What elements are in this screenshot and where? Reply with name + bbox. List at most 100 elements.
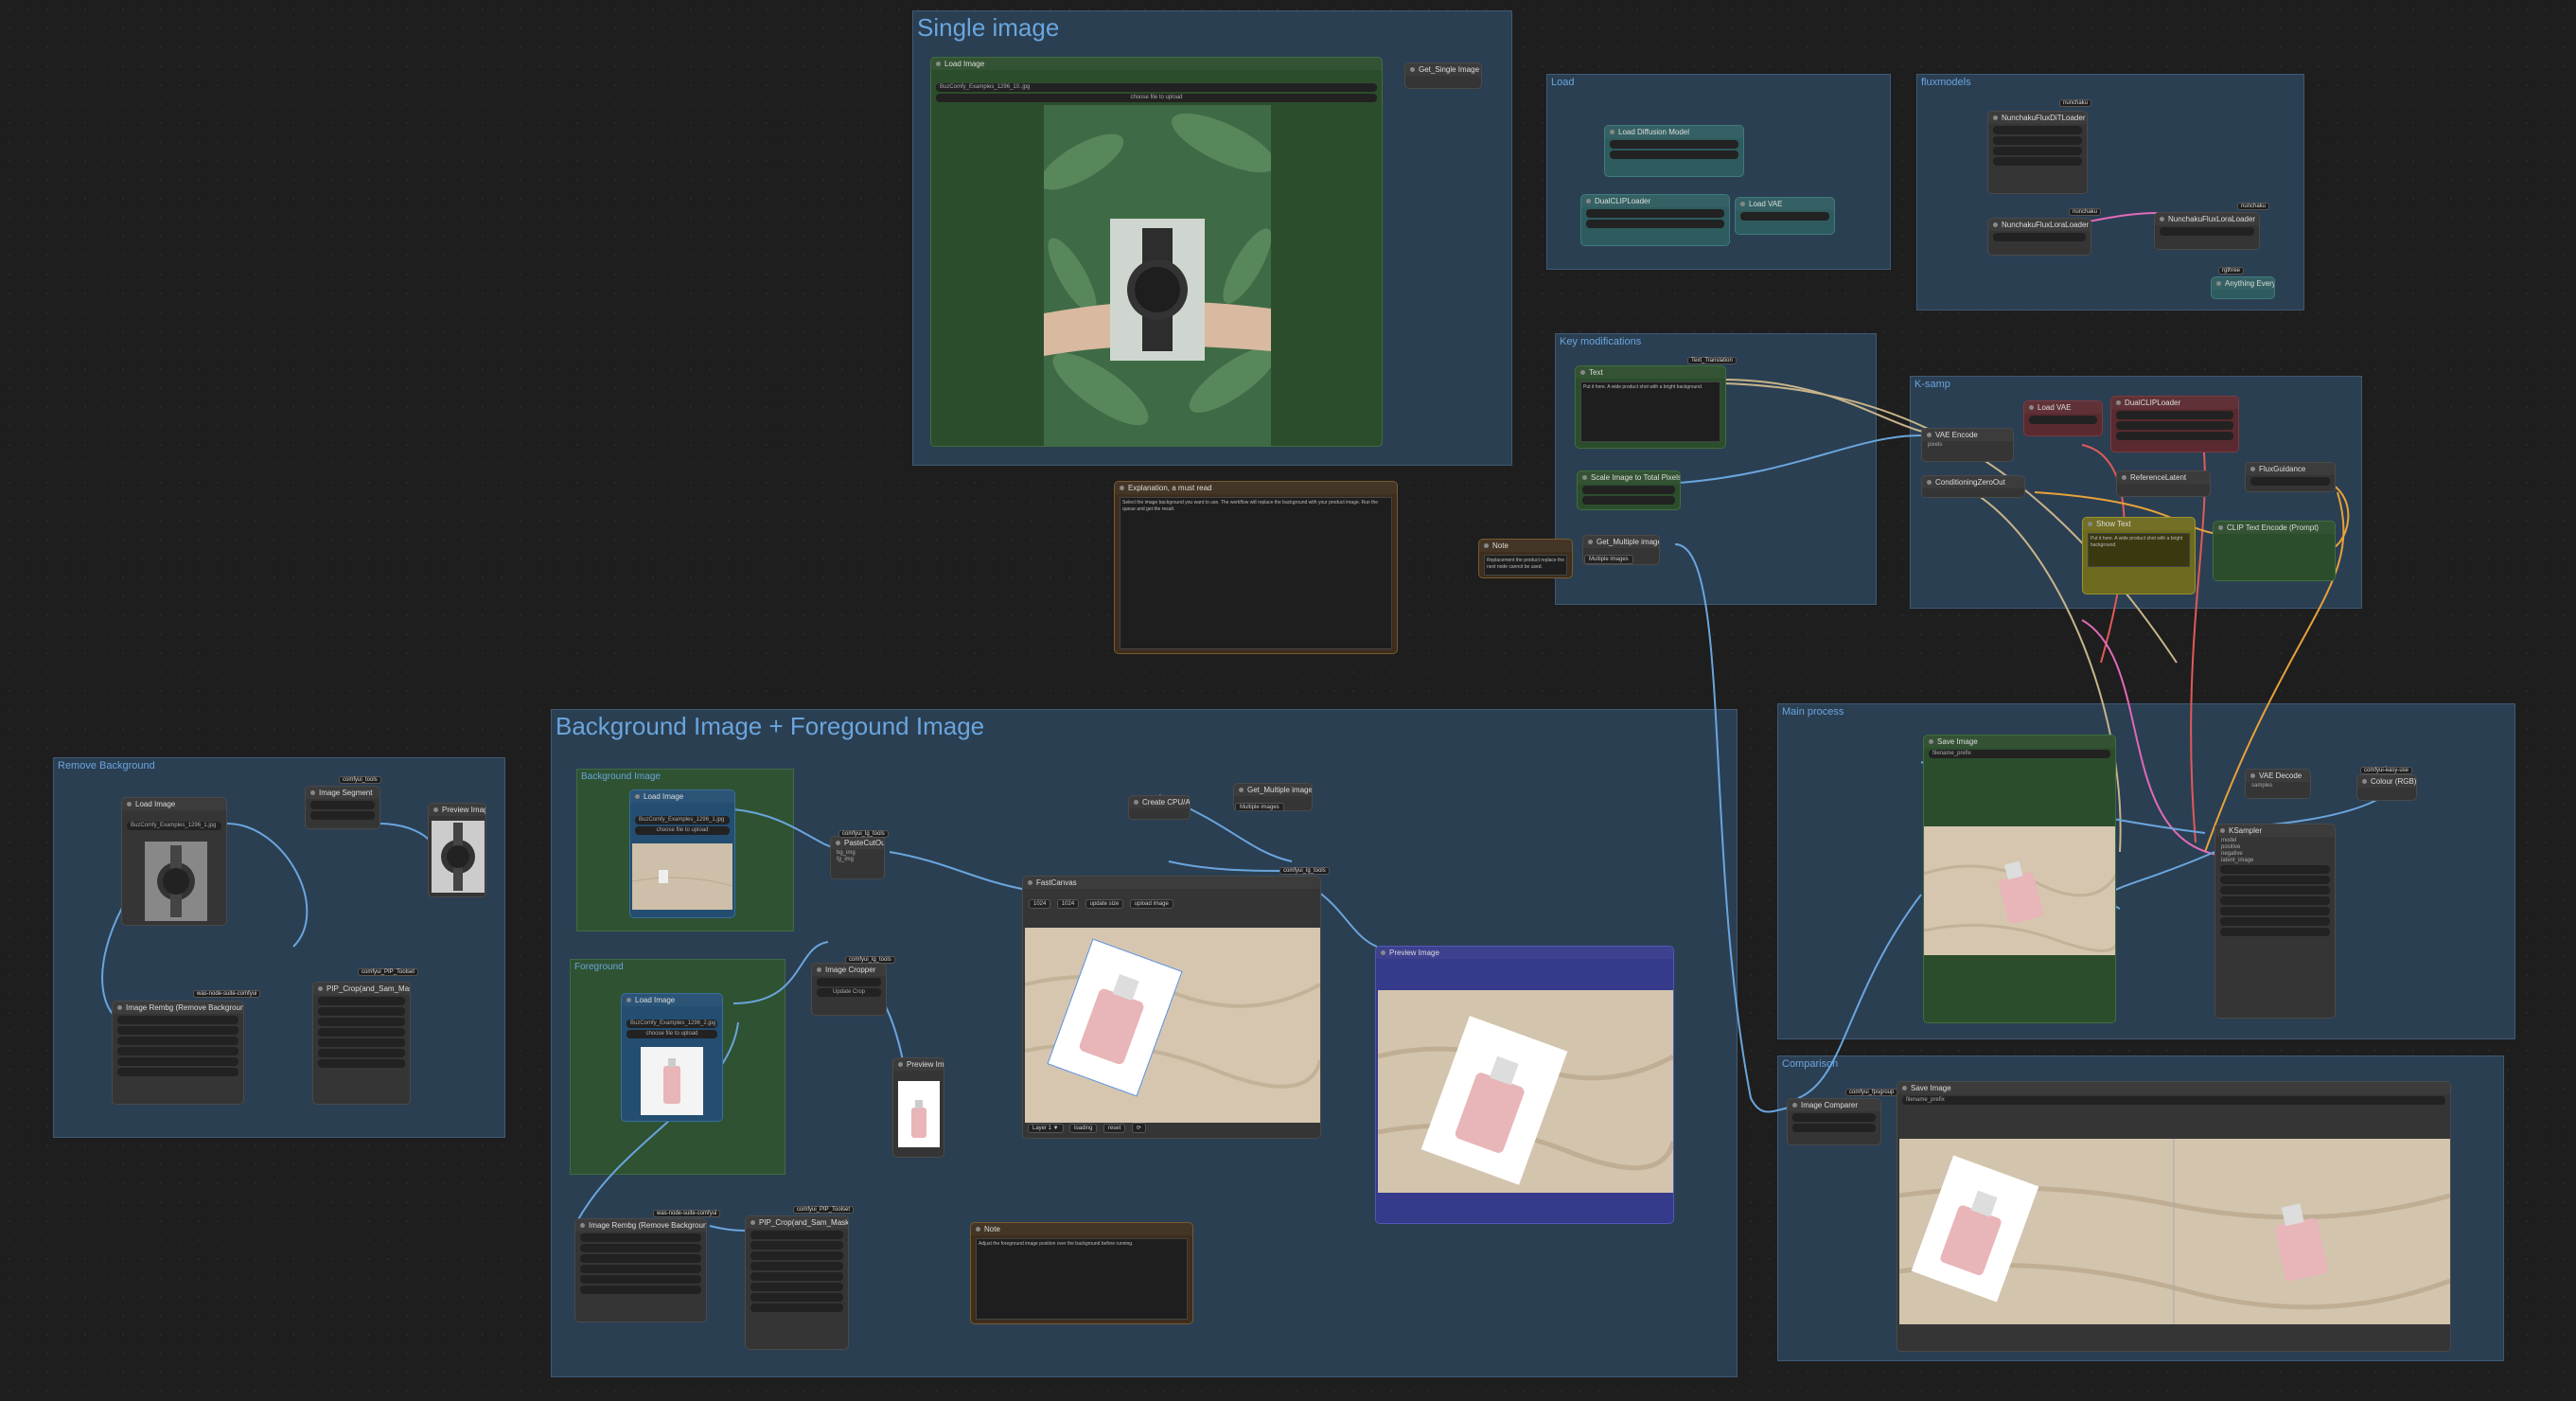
lora-select[interactable] <box>1993 233 2086 241</box>
fast-canvas-node[interactable]: FastCanvas 1024 1024 update size upload … <box>1022 876 1321 1139</box>
load-diffusion-model-node[interactable]: Load Diffusion Model <box>1604 125 1744 177</box>
anything-everywhere-node[interactable]: Anything Everywhere <box>2211 276 2275 299</box>
flux-guidance-node[interactable]: FluxGuidance <box>2245 462 2336 492</box>
attention-select[interactable] <box>1993 147 2082 155</box>
nunchaku-lora-loader-node[interactable]: NunchakuFluxLoraLoader <box>1987 218 2091 256</box>
seed-input[interactable] <box>2220 865 2330 874</box>
width-input[interactable]: 1024 <box>1029 899 1051 909</box>
note-node[interactable]: Note Replacement the product replace the… <box>1478 539 1573 578</box>
update-size-button[interactable]: update size <box>1085 899 1124 909</box>
comparison-save-image-node[interactable]: Save Image filename_prefix <box>1897 1081 2451 1352</box>
dual-clip-loader-node[interactable]: DualCLIPLoader <box>1580 194 1730 246</box>
load-image-node[interactable]: Load Image BuzComfy_Examples_1296_10..jp… <box>930 57 1383 447</box>
model-select[interactable] <box>1610 140 1738 149</box>
denoise-input[interactable] <box>2220 928 2330 936</box>
reset-button[interactable]: reset <box>1103 1124 1126 1133</box>
type-select[interactable] <box>1586 220 1724 228</box>
height-input[interactable]: 1024 <box>1056 899 1080 909</box>
image-file-select[interactable]: BuzComfy_Examples_1296_10..jpg <box>936 83 1377 92</box>
vae-decode-node[interactable]: VAE Decode samples <box>2245 769 2311 799</box>
preview-image-node[interactable]: Preview Image <box>1375 946 1674 1224</box>
clip-select[interactable] <box>1586 209 1724 218</box>
save-image-node[interactable]: Save Image filename_prefix <box>1923 735 2116 1023</box>
device-id[interactable] <box>1993 157 2082 166</box>
filename-prefix-input[interactable]: filename_prefix <box>1929 750 2110 758</box>
upload-image-button[interactable]: upload image <box>1129 899 1173 909</box>
explanation-text[interactable]: Select the image background you want to … <box>1120 497 1392 649</box>
paste-cutout-node[interactable]: PasteCutOut bg_img fg_img <box>830 836 885 879</box>
group-main-process[interactable]: Main process <box>1777 703 2515 1039</box>
preview-image-small-node[interactable]: Preview Image <box>892 1057 944 1158</box>
image-comparer-node[interactable]: Image Comparer <box>1787 1098 1881 1145</box>
sampler-name-select[interactable] <box>2220 907 2330 915</box>
show-text-node[interactable]: Show Text Put it here. A wide product sh… <box>2082 517 2196 594</box>
vae-encode-node[interactable]: VAE Encode pixels <box>1921 428 2014 462</box>
rgthree-badge: rgthree <box>2218 267 2245 275</box>
upload-button[interactable]: choose file to upload <box>635 826 730 835</box>
remove-bg-rembg-node[interactable]: Image Rembg (Remove Background) <box>112 1001 244 1105</box>
image-file-select[interactable]: BuzComfy_Examples_1296_1.jpg <box>635 816 730 825</box>
colour-input-node[interactable]: Colour (RGB) Input <box>2356 774 2417 801</box>
cache-threshold[interactable] <box>1993 136 2082 145</box>
filename-prefix-input[interactable]: filename_prefix <box>1902 1096 2445 1105</box>
type-select[interactable] <box>2116 432 2233 440</box>
explanation-note[interactable]: Explanation, a must read Select the imag… <box>1114 481 1398 654</box>
get-multiple-images-node[interactable]: Get_Multiple images Multiple images <box>1582 535 1660 565</box>
load-vae-node[interactable]: Load VAE <box>1735 197 1835 235</box>
guidance-input[interactable] <box>2250 477 2330 486</box>
multiple-images-button[interactable]: Multiple images <box>1235 803 1284 810</box>
layer-select[interactable]: Layer 1 ▼ <box>1028 1124 1064 1133</box>
clip-name2-select[interactable] <box>2116 421 2233 430</box>
group-flux-models[interactable]: fluxmodels <box>1916 74 2304 310</box>
clip-name1-select[interactable] <box>2116 411 2233 419</box>
nunchaku-lora-loader-node-2[interactable]: NunchakuFluxLoraLoader <box>2154 212 2260 250</box>
text-node[interactable]: Text Put it here. A wide product shot wi… <box>1575 365 1726 449</box>
vae-select[interactable] <box>1740 212 1829 221</box>
port-pixels[interactable]: pixels <box>1928 442 2007 448</box>
load-image-foreground-node[interactable]: Load Image BuzComfy_Examples_1296_2.jpg … <box>621 993 723 1122</box>
dual-clip-loader-node-2[interactable]: DualCLIPLoader <box>2110 396 2239 452</box>
multiple-images-button[interactable]: Multiple images <box>1584 555 1633 564</box>
image-file-select[interactable]: BuzComfy_Examples_1296_1.jpg <box>127 822 221 830</box>
text-input[interactable]: Put it here. A wide product shot with a … <box>1580 381 1720 442</box>
update-crop-button[interactable]: Update Crop <box>817 988 881 997</box>
cfg-input[interactable] <box>2220 896 2330 905</box>
model-path-select[interactable] <box>1993 126 2082 134</box>
conditioning-zero-out-node[interactable]: ConditioningZeroOut <box>1921 475 2025 498</box>
upscale-method-select[interactable] <box>1582 486 1675 494</box>
megapixels-input[interactable] <box>1582 496 1675 505</box>
get-single-image-node[interactable]: Get_Single Image <box>1404 62 1482 89</box>
reference-latent-node[interactable]: ReferenceLatent <box>2116 470 2211 497</box>
clip-text-encode-node[interactable]: CLIP Text Encode (Prompt) <box>2213 521 2336 581</box>
vae-name-select[interactable] <box>2029 416 2097 424</box>
pip-crop-node[interactable]: PIP_Crop(and_Sam_Mask <box>745 1215 849 1350</box>
create-cloud-node[interactable]: Create CPU/AI Cloud <box>1128 795 1191 820</box>
note-text[interactable]: Replacement the product replace the next… <box>1484 555 1567 576</box>
canvas-area[interactable] <box>1025 928 1320 1123</box>
remove-bg-pip-crop-node[interactable]: PIP_Crop(and_Sam_Mask <box>312 982 411 1105</box>
nunchaku-dit-loader-node[interactable]: NunchakuFluxDiTLoader <box>1987 111 2088 194</box>
crop-mode-select[interactable] <box>817 978 881 986</box>
scale-image-node[interactable]: Scale Image to Total Pixels <box>1577 470 1681 510</box>
image-segment-node[interactable]: Image Segment <box>305 786 380 829</box>
preview-thumbnail <box>898 1081 940 1147</box>
load-vae-node-2[interactable]: Load VAE <box>2023 400 2103 436</box>
upload-button[interactable]: choose file to upload <box>936 94 1377 102</box>
refresh-icon[interactable]: ⟳ <box>1131 1123 1146 1133</box>
image-file-select[interactable]: BuzComfy_Examples_1296_2.jpg <box>626 1020 717 1028</box>
upload-button[interactable]: choose file to upload <box>626 1030 717 1038</box>
note-bottom-node[interactable]: Note Adjust the foreground image positio… <box>970 1222 1193 1324</box>
remove-bg-load-image-node[interactable]: Load Image BuzComfy_Examples_1296_1.jpg <box>121 797 227 926</box>
steps-input[interactable] <box>2220 886 2330 895</box>
load-image-background-node[interactable]: Load Image BuzComfy_Examples_1296_1.jpg … <box>629 789 735 918</box>
scheduler-select[interactable] <box>2220 917 2330 926</box>
remove-bg-preview-node[interactable]: Preview Image <box>428 803 486 897</box>
image-rembg-node[interactable]: Image Rembg (Remove Background) <box>574 1218 707 1322</box>
lora-select[interactable] <box>2160 227 2254 236</box>
image-cropper-node[interactable]: Image Cropper Update Crop <box>811 963 887 1016</box>
weight-select[interactable] <box>1610 151 1738 159</box>
get-multiple-images-node-2[interactable]: Get_Multiple images Multiple images <box>1233 783 1313 811</box>
control-after-generate[interactable] <box>2220 876 2330 884</box>
ksampler-node[interactable]: KSampler model positive negative latent_im… <box>2214 824 2336 1019</box>
note-text[interactable]: Adjust the foreground image position ove… <box>976 1238 1188 1320</box>
